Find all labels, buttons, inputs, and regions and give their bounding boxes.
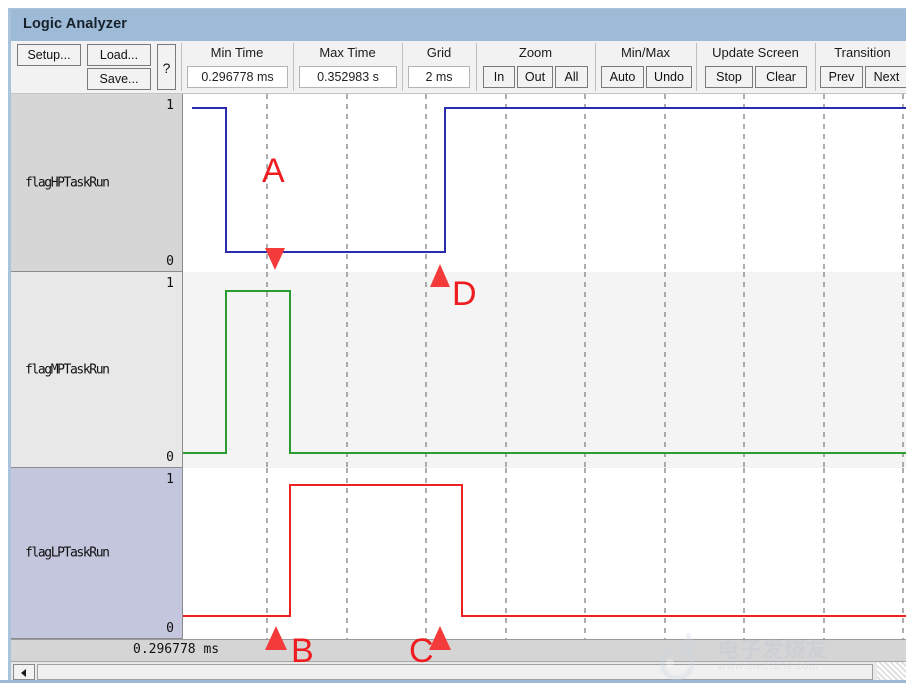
min-time-field[interactable]: 0.296778 ms: [187, 66, 288, 88]
page-title: Logic Analyzer: [23, 16, 127, 32]
zoom-all-button[interactable]: All: [555, 66, 588, 88]
window-bottom-edge: [0, 680, 906, 683]
trace-svg-flagMPTaskRun: [183, 272, 906, 468]
signal-row-flagHPTaskRun[interactable]: 1 flagHPTaskRun 0: [11, 94, 906, 272]
minmax-caption: Min/Max: [620, 45, 671, 60]
waveform-plot-area: 1 flagHPTaskRun 0 1 flagMPTaskRun 0 1 fl…: [11, 94, 906, 639]
waveform-polyline-flagMPTaskRun: [183, 290, 906, 454]
waveform-polyline-flagHPTaskRun: [192, 107, 906, 253]
triangle-left-icon: [21, 669, 26, 677]
transition-next-button[interactable]: Next: [865, 66, 906, 88]
scroll-left-button[interactable]: [13, 664, 35, 680]
signal-trace-flagLPTaskRun[interactable]: [183, 468, 906, 639]
window-title-bar: Logic Analyzer: [11, 9, 906, 41]
update-screen-caption: Update Screen: [712, 45, 799, 60]
waveform-polyline-flagLPTaskRun: [183, 484, 906, 617]
grid-lines: [266, 468, 904, 639]
signal-label-box-flagHPTaskRun[interactable]: 1 flagHPTaskRun 0: [11, 94, 183, 272]
trace-svg-flagLPTaskRun: [183, 468, 906, 639]
toolbar-group-minmax: Min/Max Auto Undo: [596, 41, 695, 93]
toolbar-group-min-time: Min Time 0.296778 ms: [182, 41, 292, 93]
signal-row-flagLPTaskRun[interactable]: 1 flagLPTaskRun 0: [11, 468, 906, 639]
save-button[interactable]: Save...: [87, 68, 151, 90]
toolbar: Setup... Load... Save... ? Min Time 0.29…: [11, 41, 906, 94]
toolbar-group-transition: Transition Prev Next: [816, 41, 906, 93]
toolbar-group-zoom: Zoom In Out All: [477, 41, 594, 93]
min-time-caption: Min Time: [210, 45, 264, 60]
signal-name-flagMPTaskRun: flagMPTaskRun: [25, 362, 110, 377]
time-axis-start-label: 0.296778 ms: [133, 642, 220, 657]
signal-row-flagMPTaskRun[interactable]: 1 flagMPTaskRun 0: [11, 272, 906, 468]
transition-caption: Transition: [834, 45, 891, 60]
signal-trace-flagMPTaskRun[interactable]: [183, 272, 906, 468]
transition-prev-button[interactable]: Prev: [820, 66, 863, 88]
signal-label-box-flagLPTaskRun[interactable]: 1 flagLPTaskRun 0: [11, 468, 183, 639]
max-time-field[interactable]: 0.352983 s: [299, 66, 397, 88]
signal-high-tick: 1: [166, 276, 174, 291]
setup-button[interactable]: Setup...: [17, 44, 81, 66]
horizontal-scrollbar[interactable]: [11, 661, 906, 681]
grid-lines: [266, 94, 904, 272]
signal-low-tick: 0: [166, 621, 174, 636]
max-time-caption: Max Time: [319, 45, 376, 60]
time-axis-footer: 0.296778 ms: [11, 639, 906, 661]
zoom-caption: Zoom: [518, 45, 553, 60]
signal-label-box-flagMPTaskRun[interactable]: 1 flagMPTaskRun 0: [11, 272, 183, 468]
scrollbar-thumb[interactable]: [37, 664, 873, 680]
minmax-undo-button[interactable]: Undo: [646, 66, 692, 88]
signal-low-tick: 0: [166, 254, 174, 269]
signal-high-tick: 1: [166, 472, 174, 487]
grid-field[interactable]: 2 ms: [408, 66, 470, 88]
signal-trace-flagHPTaskRun[interactable]: [183, 94, 906, 272]
help-button[interactable]: ?: [157, 44, 176, 90]
toolbar-group-file: Setup... Load... Save...: [11, 41, 157, 93]
signal-name-flagHPTaskRun: flagHPTaskRun: [25, 175, 110, 190]
trace-svg-flagHPTaskRun: [192, 94, 906, 272]
zoom-in-button[interactable]: In: [483, 66, 515, 88]
toolbar-group-grid: Grid 2 ms: [403, 41, 475, 93]
toolbar-group-max-time: Max Time 0.352983 s: [294, 41, 401, 93]
signal-low-tick: 0: [166, 450, 174, 465]
update-screen-stop-button[interactable]: Stop: [705, 66, 753, 88]
signal-name-flagLPTaskRun: flagLPTaskRun: [25, 545, 110, 561]
grid-lines: [266, 272, 904, 468]
update-screen-clear-button[interactable]: Clear: [755, 66, 807, 88]
grid-caption: Grid: [426, 45, 452, 60]
signal-high-tick: 1: [166, 98, 174, 113]
logic-analyzer-window: Logic Analyzer Setup... Load... Save... …: [8, 8, 906, 681]
load-button[interactable]: Load...: [87, 44, 151, 66]
toolbar-group-update-screen: Update Screen Stop Clear: [697, 41, 814, 93]
scrollbar-corner: [877, 662, 906, 681]
minmax-auto-button[interactable]: Auto: [601, 66, 644, 88]
zoom-out-button[interactable]: Out: [517, 66, 553, 88]
